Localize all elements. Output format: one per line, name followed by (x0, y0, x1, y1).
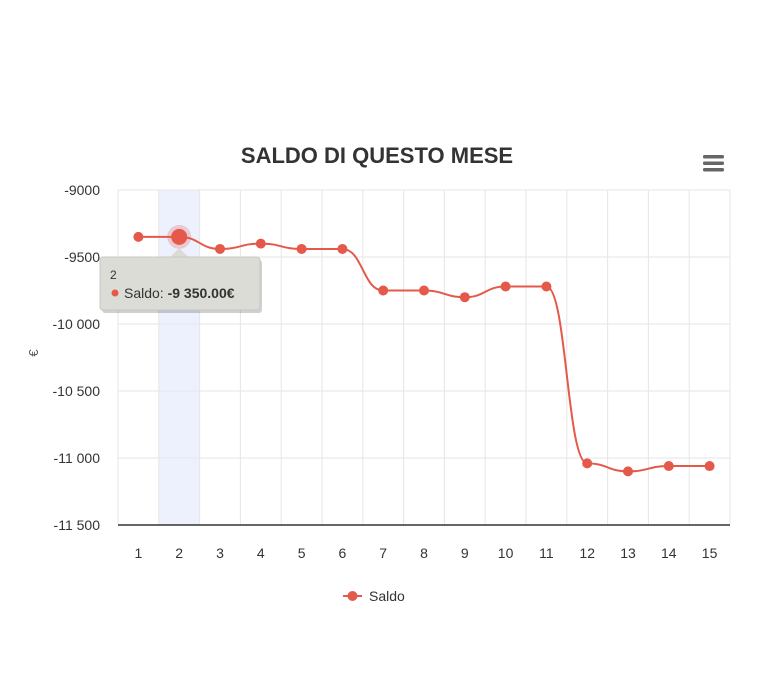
data-point (215, 243, 225, 254)
legend-label: Saldo (369, 588, 405, 604)
legend-marker (347, 591, 358, 601)
hamburger-menu-icon (703, 155, 724, 172)
data-point (623, 466, 633, 477)
chart-menu-button[interactable] (698, 148, 728, 178)
y-axis-label: € (26, 349, 41, 357)
x-tick-label: 15 (702, 545, 718, 561)
data-point (663, 461, 674, 472)
tooltip-value: -9 350.00€ (168, 285, 235, 301)
x-tick-label: 13 (620, 545, 636, 561)
y-tick-label: -11 000 (54, 450, 101, 466)
x-tick-label: 4 (257, 545, 265, 561)
data-point (296, 243, 307, 254)
data-point-highlighted (171, 228, 188, 245)
grid-layer (117, 189, 731, 526)
x-tick-label: 14 (661, 545, 677, 561)
y-tick-label: -9000 (64, 182, 100, 198)
data-point (704, 461, 715, 472)
x-tick-label: 2 (175, 545, 183, 561)
tooltip-series-marker (111, 289, 119, 297)
y-tick-label: -10 500 (53, 383, 101, 399)
data-point (541, 281, 552, 292)
tooltip-box (99, 256, 261, 311)
tooltip-body: Saldo: -9 350.00€ (124, 285, 235, 301)
y-tick-label: -11 500 (54, 517, 101, 533)
x-tick-label: 3 (216, 545, 224, 561)
data-point (337, 243, 348, 254)
x-tick-label: 7 (379, 545, 387, 561)
data-point (133, 231, 144, 242)
data-point (255, 238, 266, 249)
data-point (378, 285, 389, 296)
tooltip-header: 2 (110, 268, 117, 282)
x-tick-label: 9 (461, 545, 469, 561)
data-point (419, 285, 429, 296)
x-tick-label: 10 (498, 545, 514, 561)
y-tick-label: -10 000 (53, 316, 101, 332)
x-tick-label: 6 (339, 545, 347, 561)
tooltip: 2 Saldo: -9 350.00€ (99, 248, 262, 313)
x-tick-labels: 1 2 3 4 5 6 7 8 9 10 11 12 13 14 15 (135, 545, 718, 561)
legend-item-saldo[interactable]: Saldo (343, 588, 405, 604)
data-point (459, 292, 470, 303)
x-tick-label: 12 (579, 545, 595, 561)
y-tick-labels: -9000 -9500 -10 000 -10 500 -11 000 -11 500 (53, 182, 101, 533)
data-point (582, 458, 593, 469)
x-tick-label: 11 (539, 545, 554, 561)
x-tick-label: 5 (298, 545, 306, 561)
x-tick-label: 1 (135, 545, 143, 561)
x-tick-label: 8 (420, 545, 428, 561)
data-point (500, 281, 511, 292)
chart-svg: SALDO DI QUESTO MESE € -9000 -9500 -10 000… (26, 143, 731, 604)
y-tick-label: -9500 (64, 249, 100, 265)
tooltip-label: Saldo: (124, 285, 168, 301)
chart-title: SALDO DI QUESTO MESE (241, 143, 513, 168)
